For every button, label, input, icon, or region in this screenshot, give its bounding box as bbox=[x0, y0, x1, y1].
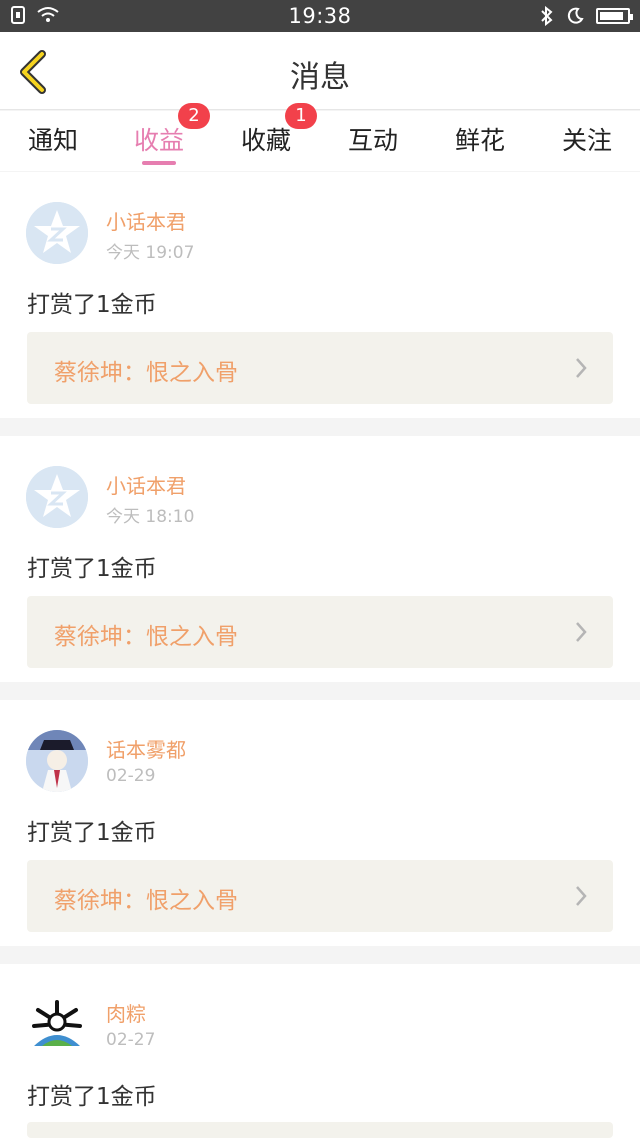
sender-name[interactable]: 小话本君 bbox=[106, 470, 186, 499]
sender-name[interactable]: 肉粽 bbox=[106, 998, 146, 1027]
tab-label: 鲜花 bbox=[454, 126, 505, 155]
default-avatar-icon bbox=[26, 466, 88, 528]
avatar[interactable] bbox=[26, 994, 88, 1056]
work-link[interactable]: 蔡徐坤：恨之入骨 bbox=[27, 596, 613, 668]
bluetooth-icon bbox=[541, 6, 553, 26]
sender-name[interactable]: 小话本君 bbox=[106, 206, 186, 235]
tab-label: 互动 bbox=[347, 126, 398, 155]
battery-level bbox=[600, 12, 623, 20]
message-text: 打赏了1金币 bbox=[27, 1084, 157, 1110]
avatar[interactable] bbox=[26, 730, 88, 792]
status-right-icons bbox=[540, 6, 633, 26]
earnings-badge: 2 bbox=[178, 103, 210, 129]
status-bar: 19:38 bbox=[0, 0, 640, 32]
header: 消息 bbox=[0, 32, 640, 110]
active-tab-indicator bbox=[142, 161, 176, 165]
tab-label: 关注 bbox=[561, 126, 612, 155]
message-time: 02-29 bbox=[106, 766, 156, 786]
chevron-right-icon bbox=[576, 622, 587, 642]
tab-label: 收益 bbox=[133, 126, 184, 155]
tab-notifications[interactable]: 通知 bbox=[0, 111, 106, 171]
tab-earnings[interactable]: 收益 2 bbox=[106, 103, 212, 171]
user-avatar-icon bbox=[26, 730, 88, 792]
work-title: 蔡徐坤：恨之入骨 bbox=[54, 624, 238, 650]
tab-follow[interactable]: 关注 bbox=[534, 111, 640, 171]
tab-favorites[interactable]: 收藏 1 bbox=[213, 103, 319, 171]
tab-label: 通知 bbox=[27, 126, 78, 155]
page-title: 消息 bbox=[290, 60, 350, 95]
message-card: 小话本君 今天 19:07 打赏了1金币 蔡徐坤：恨之入骨 bbox=[0, 172, 640, 418]
message-text: 打赏了1金币 bbox=[27, 820, 157, 846]
work-title: 蔡徐坤：恨之入骨 bbox=[54, 360, 238, 386]
work-link[interactable]: 蔡徐坤：恨之入骨 bbox=[27, 332, 613, 404]
tab-flowers[interactable]: 鲜花 bbox=[427, 111, 533, 171]
message-card: 话本雾都 02-29 打赏了1金币 蔡徐坤：恨之入骨 bbox=[0, 700, 640, 946]
message-text: 打赏了1金币 bbox=[27, 556, 157, 582]
work-link[interactable] bbox=[27, 1122, 613, 1138]
moon-icon bbox=[567, 7, 584, 24]
default-avatar-icon bbox=[26, 202, 88, 264]
message-card: 小话本君 今天 18:10 打赏了1金币 蔡徐坤：恨之入骨 bbox=[0, 436, 640, 682]
avatar[interactable] bbox=[26, 202, 88, 264]
tab-label: 收藏 bbox=[240, 126, 291, 155]
avatar[interactable] bbox=[26, 466, 88, 528]
user-avatar-icon bbox=[26, 994, 88, 1056]
message-time: 02-27 bbox=[106, 1030, 156, 1050]
chevron-right-icon bbox=[576, 886, 587, 906]
message-time: 今天 19:07 bbox=[106, 243, 195, 263]
message-text: 打赏了1金币 bbox=[27, 292, 157, 318]
tab-interactions[interactable]: 互动 bbox=[320, 111, 426, 171]
work-title: 蔡徐坤：恨之入骨 bbox=[54, 888, 238, 914]
message-card: 肉粽 02-27 打赏了1金币 bbox=[0, 964, 640, 1138]
tab-bar: 通知 收益 2 收藏 1 互动 鲜花 关注 bbox=[0, 103, 640, 171]
message-time: 今天 18:10 bbox=[106, 507, 195, 527]
chevron-right-icon bbox=[576, 358, 587, 378]
favorites-badge: 1 bbox=[285, 103, 317, 129]
work-link[interactable]: 蔡徐坤：恨之入骨 bbox=[27, 860, 613, 932]
sender-name[interactable]: 话本雾都 bbox=[106, 734, 186, 763]
battery-icon bbox=[596, 8, 633, 24]
